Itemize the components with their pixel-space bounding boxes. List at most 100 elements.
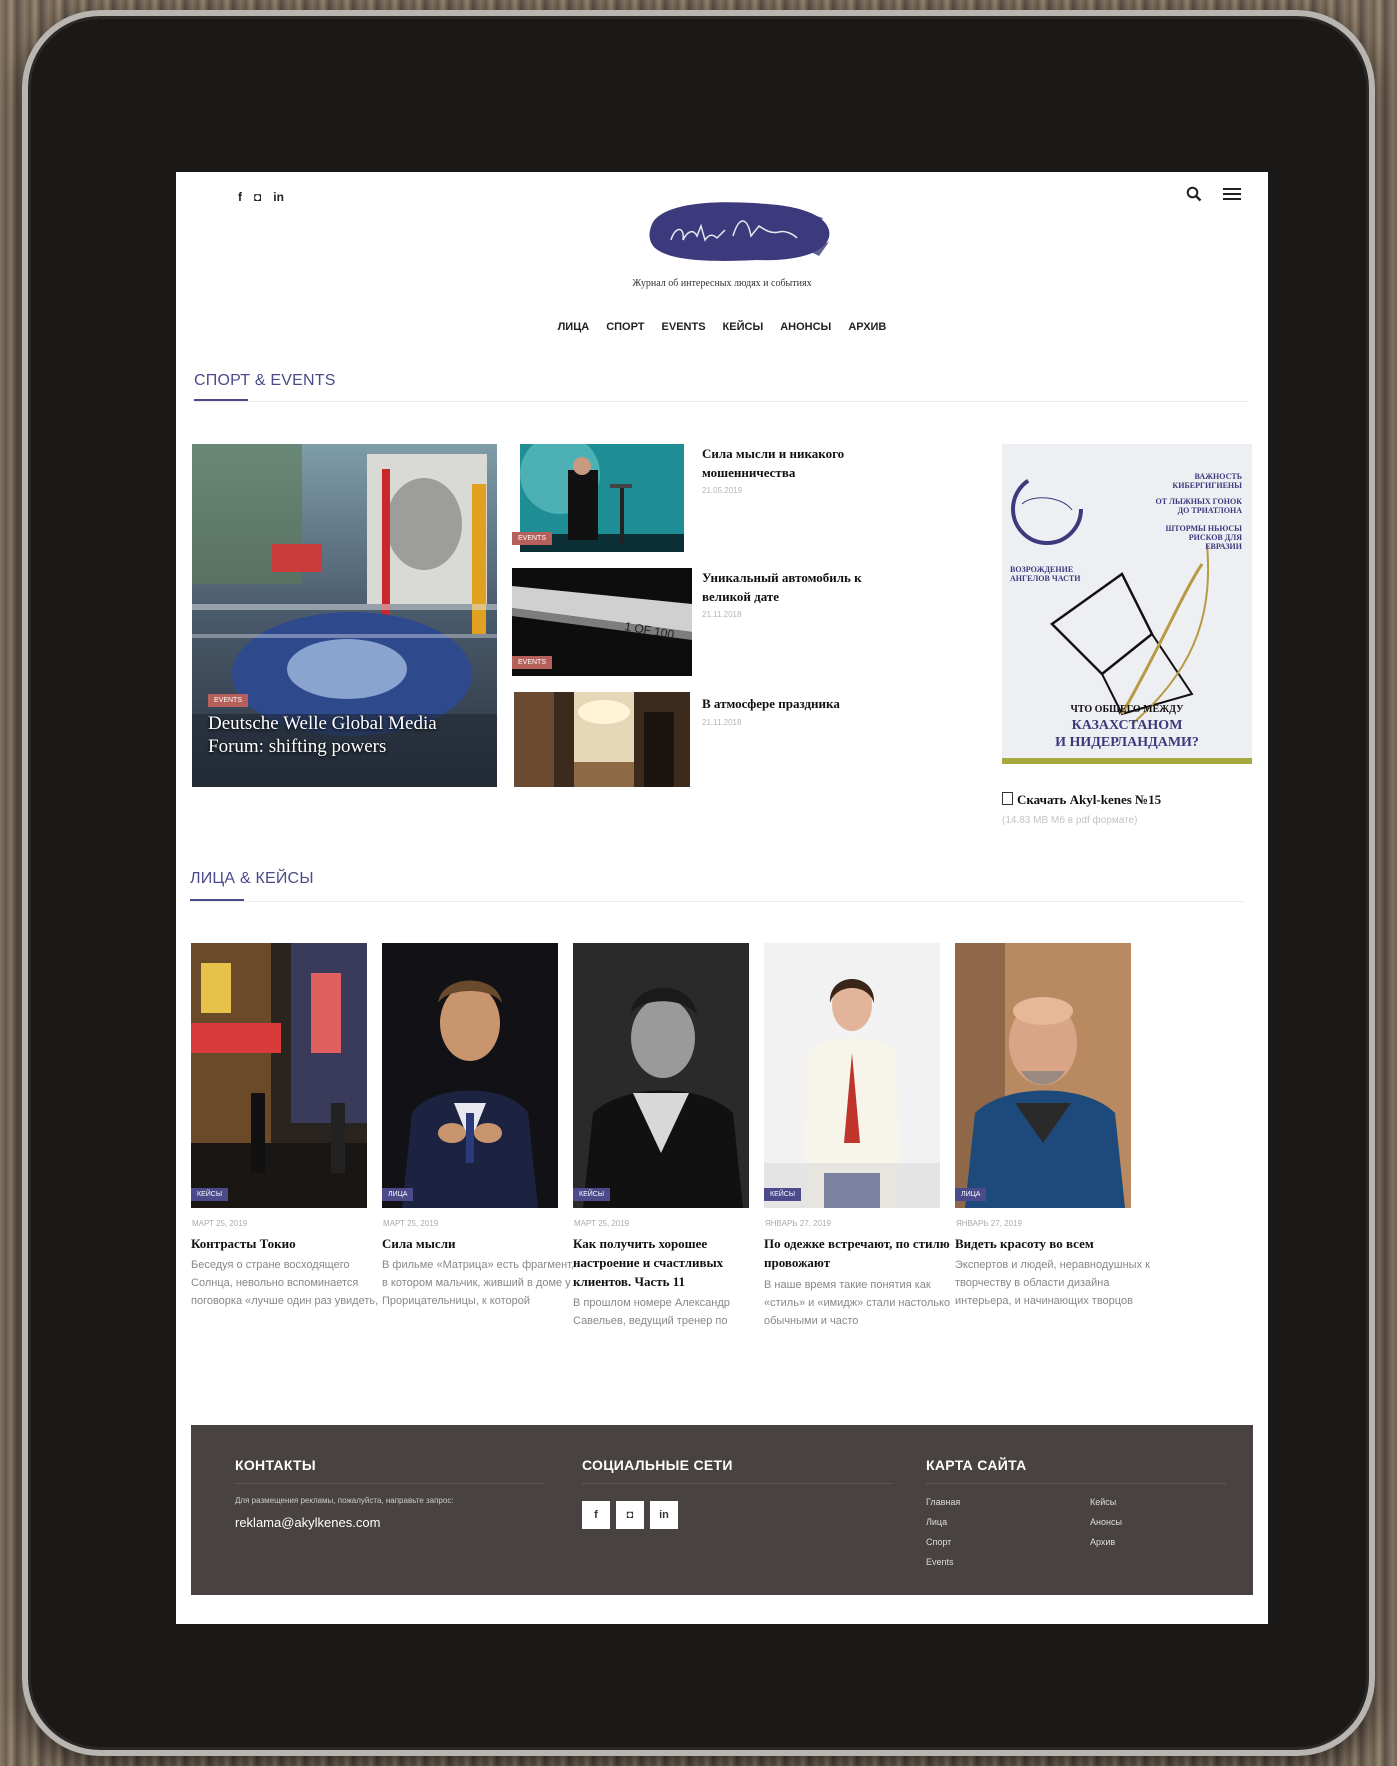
cover-text-3a: ШТОРМЫ НЬЮСЫ	[1165, 524, 1242, 533]
featured-title[interactable]: Deutsche Welle Global Media Forum: shift…	[208, 712, 468, 758]
footer-social-icons: f ◘ in	[582, 1501, 678, 1529]
magazine-cover[interactable]: ВАЖНОСТЬ КИБЕРГИГИЕНЫ ОТ ЛЫЖНЫХ ГОНОК ДО…	[1002, 444, 1252, 764]
sitemap-link-cases[interactable]: Кейсы	[1090, 1497, 1116, 1507]
article-tag-2[interactable]: EVENTS	[512, 656, 553, 669]
download-size: (14.83 MB Мб в pdf формате)	[1002, 815, 1138, 826]
section-title-sport-events: СПОРТ & EVENTS	[194, 372, 336, 389]
cover-text-3c: ЕВРАЗИИ	[1205, 542, 1243, 551]
card-excerpt-3: В прошлом номере Александр Савельев, вед…	[573, 1297, 730, 1327]
article-date-2: 21.11.2018	[702, 610, 742, 619]
website-screen: f ◘ in Журнал об интересных людях и собы…	[176, 172, 1268, 1624]
facebook-icon[interactable]: f	[582, 1501, 610, 1529]
nav-item-events[interactable]: EVENTS	[662, 321, 706, 333]
article-title-3[interactable]: В атмосфере праздника	[702, 694, 872, 713]
card-title-4[interactable]: По одежке встречают, по стилю провожают	[764, 1234, 960, 1272]
footer-social-title: СОЦИАЛЬНЫЕ СЕТИ	[582, 1457, 733, 1473]
article-date-3: 21.11.2018	[702, 718, 742, 727]
footer-rule-1	[235, 1483, 545, 1484]
bald-man-portrait-photo	[955, 943, 1131, 1208]
footer-contacts-title: КОНТАКТЫ	[235, 1457, 316, 1473]
article-title-2[interactable]: Уникальный автомобиль к великой дате	[702, 568, 872, 606]
card-tag-1[interactable]: КЕЙСЫ	[191, 1188, 229, 1201]
card-image-3[interactable]: КЕЙСЫ	[573, 943, 749, 1208]
magazine-cover-art: ВАЖНОСТЬ КИБЕРГИГИЕНЫ ОТ ЛЫЖНЫХ ГОНОК ДО…	[1002, 444, 1252, 764]
sitemap-link-events[interactable]: Events	[926, 1557, 954, 1567]
cover-text-3b: РИСКОВ ДЛЯ	[1189, 533, 1243, 542]
instagram-icon[interactable]: ◘	[616, 1501, 644, 1529]
cover-country-2: И НИДЕРЛАНДАМИ?	[1055, 735, 1199, 750]
card-image-4[interactable]: КЕЙСЫ	[764, 943, 940, 1208]
card-title-5[interactable]: Видеть красоту во всем	[955, 1234, 1151, 1253]
download-label: Скачать Akyl-kenes №15	[1017, 792, 1162, 807]
card-image-1[interactable]: КЕЙСЫ	[191, 943, 367, 1208]
card-title-3[interactable]: Как получить хорошее настроение и счастл…	[573, 1234, 769, 1291]
search-icon[interactable]	[1186, 186, 1202, 202]
instagram-icon[interactable]: ◘	[254, 190, 261, 204]
pdf-file-icon	[1002, 792, 1013, 805]
site-logo[interactable]	[647, 196, 833, 268]
cover-text-4b: АНГЕЛОВ ЧАСТИ	[1010, 574, 1081, 583]
footer-sitemap-title: КАРТА САЙТА	[926, 1457, 1027, 1473]
article-title-1[interactable]: Сила мысли и никакого мошенничества	[702, 444, 872, 482]
woman-in-jacket-photo	[764, 943, 940, 1208]
man-portrait-bw-photo	[573, 943, 749, 1208]
card-date-2: МАРТ 25, 2019	[383, 1219, 439, 1228]
nav-item-announcements[interactable]: АНОНСЫ	[780, 321, 831, 333]
card-tag-4[interactable]: КЕЙСЫ	[764, 1188, 802, 1201]
nav-item-sport[interactable]: СПОРТ	[606, 321, 644, 333]
cover-country-1: КАЗАХСТАНОМ	[1072, 718, 1183, 733]
card-excerpt-4: В наше время такие понятия как «стиль» и…	[764, 1279, 951, 1327]
download-issue-link[interactable]: Скачать Akyl-kenes №15	[1002, 792, 1161, 808]
card-title-1[interactable]: Контрасты Токио	[191, 1234, 387, 1253]
card-date-4: ЯНВАРЬ 27, 2019	[765, 1219, 831, 1228]
sitemap-link-sport[interactable]: Спорт	[926, 1537, 951, 1547]
card-tag-2[interactable]: ЛИЦА	[382, 1188, 414, 1201]
card-excerpt-1: Беседуя о стране восходящего Солнца, нев…	[191, 1259, 379, 1307]
linkedin-icon[interactable]: in	[273, 190, 284, 204]
card-tag-3[interactable]: КЕЙСЫ	[573, 1188, 611, 1201]
article-date-1: 21.05.2019	[702, 486, 743, 495]
nav-item-faces[interactable]: ЛИЦА	[558, 321, 590, 333]
article-image-3[interactable]	[514, 692, 690, 787]
nav-item-cases[interactable]: КЕЙСЫ	[723, 321, 764, 333]
card-image-2[interactable]: ЛИЦА	[382, 943, 558, 1208]
card-image-5[interactable]: ЛИЦА	[955, 943, 1131, 1208]
section-divider-2	[190, 901, 1244, 902]
card-date-3: МАРТ 25, 2019	[574, 1219, 630, 1228]
man-in-suit-photo	[382, 943, 558, 1208]
footer-contacts-note: Для размещения рекламы, пожалуйста, напр…	[235, 1496, 454, 1505]
footer-email-link[interactable]: reklama@akylkenes.com	[235, 1515, 380, 1530]
sitemap-link-announcements[interactable]: Анонсы	[1090, 1517, 1122, 1527]
sitemap-link-archive[interactable]: Архив	[1090, 1537, 1115, 1547]
featured-tag[interactable]: EVENTS	[208, 694, 249, 707]
card-title-2[interactable]: Сила мысли	[382, 1234, 578, 1253]
tagline: Журнал об интересных людях и событиях	[632, 278, 812, 289]
cover-text-2a: ОТ ЛЫЖНЫХ ГОНОК	[1156, 497, 1243, 506]
section-title-faces-cases: ЛИЦА & КЕЙСЫ	[190, 870, 314, 887]
card-excerpt-2: В фильме «Матрица» есть фрагмент, в кото…	[382, 1259, 575, 1307]
sitemap-link-home[interactable]: Главная	[926, 1497, 960, 1507]
footer-rule-3	[926, 1483, 1226, 1484]
cover-question: ЧТО ОБЩЕГО МЕЖДУ	[1071, 704, 1185, 715]
cover-text-2b: ДО ТРИАТЛОНА	[1178, 506, 1243, 515]
site-footer: КОНТАКТЫ Для размещения рекламы, пожалуй…	[191, 1425, 1253, 1595]
article-tag-1[interactable]: EVENTS	[512, 532, 553, 545]
menu-icon[interactable]	[1222, 186, 1242, 202]
cover-text-1b: КИБЕРГИГИЕНЫ	[1172, 481, 1242, 490]
linkedin-icon[interactable]: in	[650, 1501, 678, 1529]
main-nav: ЛИЦА СПОРТ EVENTS КЕЙСЫ АНОНСЫ АРХИВ	[176, 321, 1268, 333]
tablet-frame: f ◘ in Журнал об интересных людях и собы…	[22, 10, 1375, 1756]
facebook-icon[interactable]: f	[238, 190, 242, 204]
header-social-links: f ◘ in	[238, 190, 284, 204]
card-excerpt-5: Экспертов и людей, неравнодушных к творч…	[955, 1259, 1150, 1307]
sitemap-link-faces[interactable]: Лица	[926, 1517, 947, 1527]
nav-item-archive[interactable]: АРХИВ	[848, 321, 886, 333]
header-tools	[1186, 186, 1242, 202]
tokyo-street-photo	[191, 943, 367, 1208]
cover-text-4a: ВОЗРОЖДЕНИЕ	[1010, 565, 1073, 574]
card-date-1: МАРТ 25, 2019	[192, 1219, 248, 1228]
featured-article-image[interactable]: EVENTS Deutsche Welle Global Media Forum…	[192, 444, 497, 787]
card-tag-5[interactable]: ЛИЦА	[955, 1188, 987, 1201]
hotel-interior-photo	[514, 692, 690, 787]
footer-rule-2	[582, 1483, 892, 1484]
